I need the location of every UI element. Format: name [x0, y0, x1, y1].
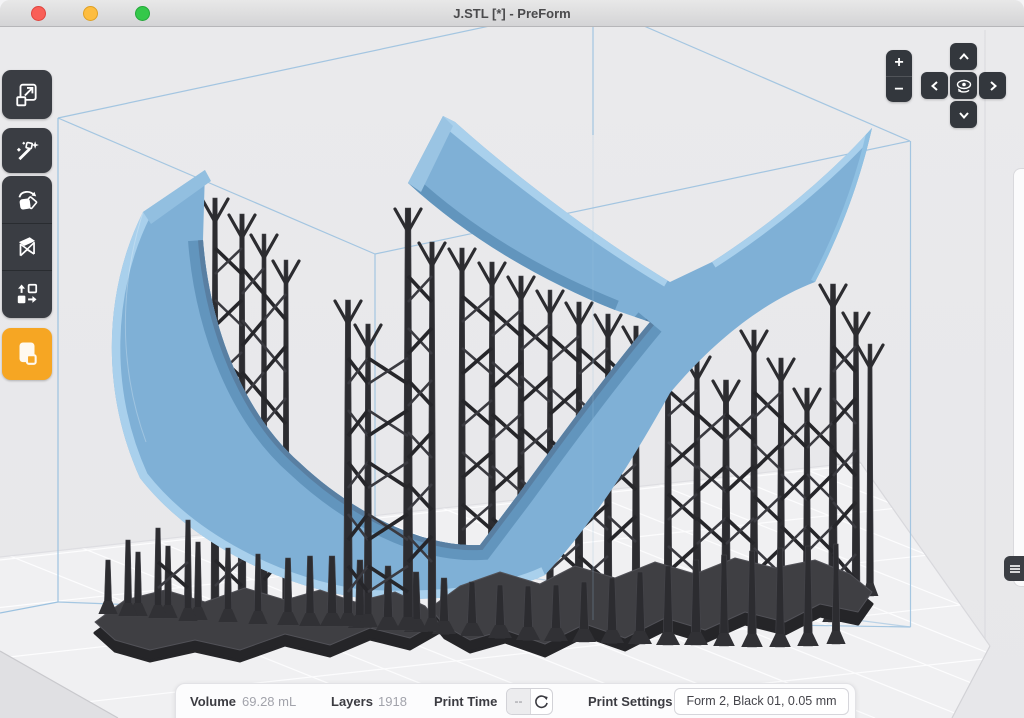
layout-arrange-icon: [14, 281, 40, 307]
volume-label: Volume: [190, 684, 236, 718]
one-click-print-wand-icon: [14, 138, 40, 164]
supports-button[interactable]: [2, 223, 52, 270]
print-settings-label: Print Settings: [588, 684, 673, 718]
zoom-in-button[interactable]: +: [886, 50, 912, 76]
titlebar: J.STL [*] - PreForm: [0, 0, 1024, 27]
layers-value: 1918: [378, 684, 407, 718]
print-settings-label-text: Print Settings: [588, 694, 673, 709]
list-panel-icon: [1009, 563, 1021, 575]
rotate-right-icon: [986, 79, 1000, 93]
print-time-label: Print Time: [434, 684, 497, 718]
rotate-right-button[interactable]: [979, 72, 1006, 99]
volume-label-text: Volume: [190, 694, 236, 709]
orient-button[interactable]: [2, 176, 52, 223]
layers-label: Layers: [331, 684, 373, 718]
rotate-up-icon: [957, 50, 971, 64]
resize-model-button[interactable]: [2, 70, 52, 119]
print-cartridge-icon: [13, 339, 41, 369]
model-list-toggle-button[interactable]: [1004, 556, 1024, 581]
rotate-left-icon: [928, 79, 942, 93]
print-settings-selector[interactable]: Form 2, Black 01, 0.05 mm: [674, 688, 849, 715]
rotate-down-icon: [957, 108, 971, 122]
zoom-control: + −: [886, 50, 912, 102]
print-time-value: --: [507, 689, 531, 714]
volume-value-text: 69.28 mL: [242, 694, 296, 709]
print-time-label-text: Print Time: [434, 694, 497, 709]
supports-structure-icon: [14, 234, 40, 260]
print-time-control[interactable]: --: [506, 688, 553, 715]
orbit-view-button[interactable]: [950, 72, 977, 99]
resize-model-icon: [14, 82, 40, 108]
viewport-3d-scene[interactable]: [0, 0, 1024, 718]
orbit-eye-icon: [954, 76, 974, 96]
preform-window: J.STL [*] - PreForm: [0, 0, 1024, 718]
layers-label-text: Layers: [331, 694, 373, 709]
zoom-out-button[interactable]: −: [886, 76, 912, 102]
window-title: J.STL [*] - PreForm: [0, 0, 1024, 27]
right-panel-edge: [1013, 168, 1024, 587]
one-click-print-button[interactable]: [2, 128, 52, 173]
refresh-icon: [534, 694, 549, 709]
rotate-down-button[interactable]: [950, 101, 977, 128]
tool-group: [2, 176, 52, 318]
layout-button[interactable]: [2, 270, 52, 317]
orient-rotate-icon: [14, 187, 40, 213]
rotate-left-button[interactable]: [921, 72, 948, 99]
volume-value: 69.28 mL: [242, 684, 296, 718]
print-button[interactable]: [2, 328, 52, 380]
layers-value-text: 1918: [378, 694, 407, 709]
status-bar: Volume 69.28 mL Layers 1918 Print Time -…: [175, 683, 856, 718]
recalculate-time-button[interactable]: [531, 689, 552, 714]
rotate-up-button[interactable]: [950, 43, 977, 70]
